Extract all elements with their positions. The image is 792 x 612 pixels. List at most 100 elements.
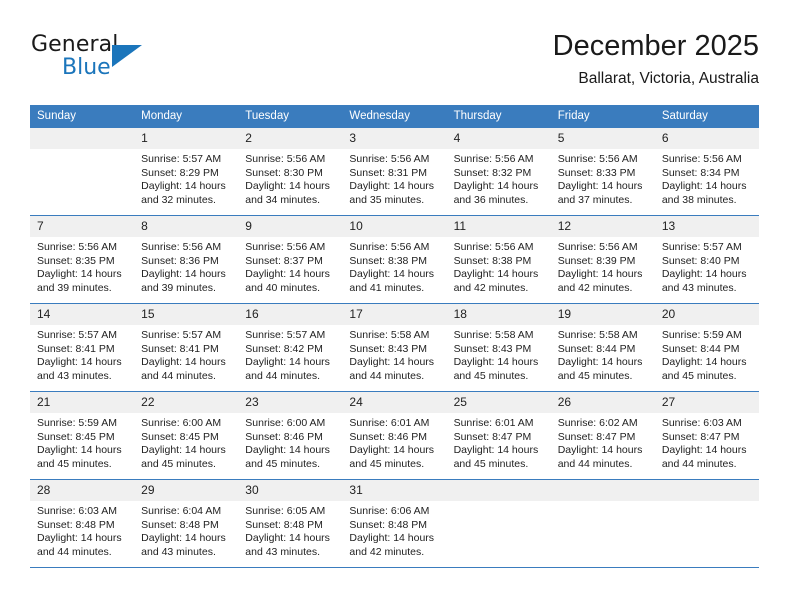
day-number: 11: [446, 216, 551, 237]
calendar-body: 1 Sunrise: 5:57 AM Sunset: 8:29 PM Daylight…: [30, 127, 759, 568]
day-number: 9: [238, 216, 343, 237]
daylight-text-line2: and 41 minutes.: [349, 281, 425, 294]
day-number: 15: [134, 304, 239, 325]
calendar-day-cell[interactable]: 29 Sunrise: 6:04 AM Sunset: 8:48 PM Dayligh…: [134, 479, 239, 568]
calendar-week-row: 21 Sunrise: 5:59 AM Sunset: 8:45 PM Dayligh…: [30, 391, 759, 480]
day-details: Sunrise: 6:03 AM Sunset: 8:48 PM Daylight:…: [30, 501, 134, 559]
sunset-text: Sunset: 8:48 PM: [141, 518, 219, 531]
calendar-day-cell[interactable]: 13 Sunrise: 5:57 AM Sunset: 8:40 PM Dayligh…: [654, 215, 759, 304]
daylight-text-line1: Daylight: 14 hours: [453, 268, 539, 281]
calendar-day-cell[interactable]: 31 Sunrise: 6:06 AM Sunset: 8:48 PM Dayligh…: [342, 479, 447, 568]
calendar-day-cell[interactable]: 5 Sunrise: 5:56 AM Sunset: 8:33 PM Daylight…: [550, 127, 655, 216]
location-subtitle: Ballarat, Victoria, Australia: [578, 70, 759, 87]
day-details: Sunrise: 5:59 AM Sunset: 8:45 PM Daylight:…: [30, 413, 134, 471]
calendar-day-cell[interactable]: 18 Sunrise: 5:58 AM Sunset: 8:43 PM Dayligh…: [446, 303, 551, 392]
daylight-text-line1: Daylight: 14 hours: [349, 444, 435, 457]
day-details: Sunrise: 5:56 AM Sunset: 8:34 PM Daylight:…: [655, 149, 759, 207]
calendar-day-cell[interactable]: 10 Sunrise: 5:56 AM Sunset: 8:38 PM Dayligh…: [342, 215, 447, 304]
day-details: Sunrise: 5:58 AM Sunset: 8:43 PM Daylight:…: [342, 325, 446, 383]
day-number: [446, 480, 551, 501]
calendar-day-cell[interactable]: 7 Sunrise: 5:56 AM Sunset: 8:35 PM Daylight…: [30, 215, 135, 304]
calendar-day-cell[interactable]: 1 Sunrise: 5:57 AM Sunset: 8:29 PM Daylight…: [134, 127, 239, 216]
calendar-day-cell[interactable]: 24 Sunrise: 6:01 AM Sunset: 8:46 PM Dayligh…: [342, 391, 447, 480]
sunrise-text: Sunrise: 5:56 AM: [453, 153, 534, 165]
weekday-header-tuesday: Tuesday: [238, 105, 343, 128]
calendar-day-cell[interactable]: 30 Sunrise: 6:05 AM Sunset: 8:48 PM Dayligh…: [238, 479, 343, 568]
daylight-text-line1: Daylight: 14 hours: [245, 444, 330, 457]
daylight-text-line2: and 39 minutes.: [37, 281, 112, 294]
day-number: 30: [238, 480, 343, 501]
calendar-week-row: 1 Sunrise: 5:57 AM Sunset: 8:29 PM Daylight…: [30, 127, 759, 216]
calendar-day-cell[interactable]: 25 Sunrise: 6:01 AM Sunset: 8:47 PM Dayligh…: [446, 391, 551, 480]
title-block: December 2025 Ballarat, Victoria, Austra…: [553, 28, 759, 90]
weekday-header-wednesday: Wednesday: [342, 105, 447, 128]
day-number: [654, 480, 759, 501]
day-details: Sunrise: 5:56 AM Sunset: 8:38 PM Daylight:…: [447, 237, 551, 295]
calendar-day-cell[interactable]: 4 Sunrise: 5:56 AM Sunset: 8:32 PM Daylight…: [446, 127, 551, 216]
day-details: Sunrise: 6:04 AM Sunset: 8:48 PM Daylight:…: [134, 501, 238, 559]
sunrise-text: Sunrise: 5:59 AM: [661, 329, 742, 341]
calendar-day-cell[interactable]: 19 Sunrise: 5:58 AM Sunset: 8:44 PM Dayligh…: [550, 303, 655, 392]
daylight-text-line1: Daylight: 14 hours: [245, 356, 330, 369]
day-number: 7: [30, 216, 135, 237]
sunset-text: Sunset: 8:42 PM: [245, 342, 323, 355]
day-number: 28: [30, 480, 135, 501]
calendar-day-cell[interactable]: 11 Sunrise: 5:56 AM Sunset: 8:38 PM Dayligh…: [446, 215, 551, 304]
calendar-day-cell[interactable]: 2 Sunrise: 5:56 AM Sunset: 8:30 PM Daylight…: [238, 127, 343, 216]
daylight-text-line1: Daylight: 14 hours: [453, 444, 539, 457]
calendar-day-cell[interactable]: 21 Sunrise: 5:59 AM Sunset: 8:45 PM Dayligh…: [30, 391, 135, 480]
sunrise-text: Sunrise: 5:56 AM: [245, 241, 326, 253]
sunset-text: Sunset: 8:34 PM: [661, 166, 740, 179]
calendar-day-cell[interactable]: 3 Sunrise: 5:56 AM Sunset: 8:31 PM Daylight…: [342, 127, 447, 216]
calendar-day-cell[interactable]: 26 Sunrise: 6:02 AM Sunset: 8:47 PM Dayligh…: [550, 391, 655, 480]
calendar-day-cell[interactable]: 17 Sunrise: 5:58 AM Sunset: 8:43 PM Dayligh…: [342, 303, 447, 392]
sunrise-text: Sunrise: 6:01 AM: [453, 417, 534, 429]
weekday-header-thursday: Thursday: [446, 105, 551, 128]
sunset-text: Sunset: 8:44 PM: [661, 342, 740, 355]
sunset-text: Sunset: 8:44 PM: [557, 342, 636, 355]
day-number: 6: [654, 128, 759, 149]
calendar-day-cell[interactable]: 28 Sunrise: 6:03 AM Sunset: 8:48 PM Dayligh…: [30, 479, 135, 568]
calendar-day-cell[interactable]: 27 Sunrise: 6:03 AM Sunset: 8:47 PM Dayligh…: [654, 391, 759, 480]
sunrise-text: Sunrise: 6:00 AM: [141, 417, 222, 429]
calendar-day-cell[interactable]: 12 Sunrise: 5:56 AM Sunset: 8:39 PM Dayligh…: [550, 215, 655, 304]
calendar-day-cell[interactable]: 6 Sunrise: 5:56 AM Sunset: 8:34 PM Daylight…: [654, 127, 759, 216]
calendar-day-cell[interactable]: 8 Sunrise: 5:56 AM Sunset: 8:36 PM Daylight…: [134, 215, 239, 304]
sunset-text: Sunset: 8:47 PM: [661, 430, 740, 443]
sunrise-text: Sunrise: 6:05 AM: [245, 505, 326, 517]
calendar-day-cell[interactable]: 9 Sunrise: 5:56 AM Sunset: 8:37 PM Daylight…: [238, 215, 343, 304]
triangle-icon: [112, 45, 142, 67]
calendar-empty-cell: [30, 127, 135, 216]
day-details: Sunrise: 5:56 AM Sunset: 8:38 PM Daylight:…: [342, 237, 446, 295]
calendar-day-cell[interactable]: 23 Sunrise: 6:00 AM Sunset: 8:46 PM Dayligh…: [238, 391, 343, 480]
day-number: 1: [134, 128, 239, 149]
day-number: 13: [654, 216, 759, 237]
day-details: Sunrise: 5:56 AM Sunset: 8:39 PM Daylight:…: [551, 237, 655, 295]
calendar-day-cell[interactable]: 15 Sunrise: 5:57 AM Sunset: 8:41 PM Dayligh…: [134, 303, 239, 392]
daylight-text-line2: and 43 minutes.: [661, 281, 737, 294]
day-number: 14: [30, 304, 135, 325]
calendar-week-row: 7 Sunrise: 5:56 AM Sunset: 8:35 PM Daylight…: [30, 215, 759, 304]
day-details: Sunrise: 5:58 AM Sunset: 8:43 PM Daylight:…: [447, 325, 551, 383]
day-number: 20: [654, 304, 759, 325]
day-number: 27: [654, 392, 759, 413]
daylight-text-line1: Daylight: 14 hours: [141, 180, 226, 193]
calendar-day-cell[interactable]: 20 Sunrise: 5:59 AM Sunset: 8:44 PM Dayligh…: [654, 303, 759, 392]
calendar-day-cell[interactable]: 14 Sunrise: 5:57 AM Sunset: 8:41 PM Dayligh…: [30, 303, 135, 392]
sunset-text: Sunset: 8:46 PM: [245, 430, 323, 443]
day-details: Sunrise: 6:00 AM Sunset: 8:46 PM Daylight:…: [238, 413, 342, 471]
daylight-text-line1: Daylight: 14 hours: [37, 532, 122, 545]
daylight-text-line1: Daylight: 14 hours: [37, 268, 122, 281]
day-details: Sunrise: 5:58 AM Sunset: 8:44 PM Daylight:…: [551, 325, 655, 383]
daylight-text-line2: and 40 minutes.: [245, 281, 320, 294]
daylight-text-line1: Daylight: 14 hours: [141, 268, 226, 281]
calendar-empty-cell: [654, 479, 759, 568]
daylight-text-line2: and 45 minutes.: [453, 369, 529, 382]
day-details: Sunrise: 5:57 AM Sunset: 8:29 PM Daylight:…: [134, 149, 238, 207]
daylight-text-line2: and 44 minutes.: [349, 369, 425, 382]
day-details: Sunrise: 6:05 AM Sunset: 8:48 PM Daylight:…: [238, 501, 342, 559]
day-number: 2: [238, 128, 343, 149]
calendar-day-cell[interactable]: 16 Sunrise: 5:57 AM Sunset: 8:42 PM Dayligh…: [238, 303, 343, 392]
day-details: Sunrise: 5:57 AM Sunset: 8:41 PM Daylight:…: [30, 325, 134, 383]
calendar-day-cell[interactable]: 22 Sunrise: 6:00 AM Sunset: 8:45 PM Dayligh…: [134, 391, 239, 480]
